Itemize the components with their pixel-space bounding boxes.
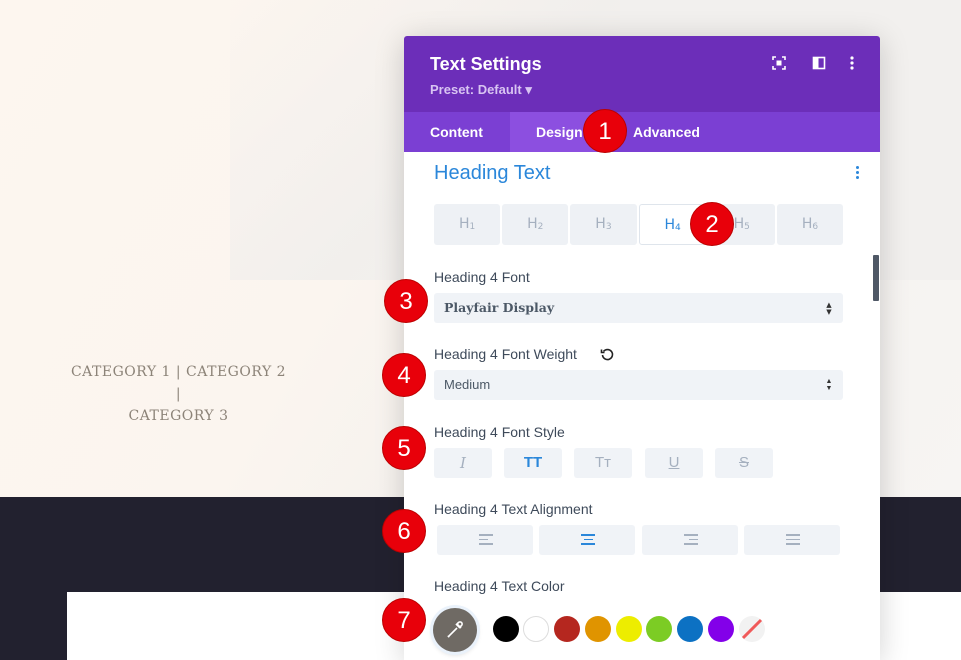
align-right-icon (684, 534, 698, 546)
font-label: Heading 4 Font (434, 269, 530, 285)
heading-level-tabs: H1 H2 H3 H4 H5 H6 (434, 204, 844, 245)
align-left-button[interactable] (437, 525, 533, 555)
font-select-value: Playfair Display (444, 300, 555, 315)
tab-content[interactable]: Content (404, 112, 510, 152)
heading-tab-h3[interactable]: H3 (570, 204, 637, 245)
font-weight-value: Medium (444, 377, 491, 392)
callout-badge-3: 3 (384, 279, 428, 323)
italic-button[interactable]: I (434, 448, 492, 478)
align-justify-button[interactable] (744, 525, 840, 555)
categories-line-2[interactable]: CATEGORY 3 (66, 405, 291, 427)
reset-icon[interactable] (600, 346, 614, 361)
color-swatch-red[interactable] (554, 616, 580, 642)
underline-button[interactable]: U (645, 448, 703, 478)
color-swatch-green[interactable] (646, 616, 672, 642)
font-select[interactable]: Playfair Display ▲ ▼ (434, 293, 843, 323)
callout-badge-1: 1 (583, 109, 627, 153)
modal-header: Text Settings Preset: Default ▾ (404, 36, 880, 112)
text-settings-modal: Text Settings Preset: Default ▾ Content … (404, 36, 880, 660)
eyedropper-icon (447, 621, 463, 638)
color-swatch-blue[interactable] (677, 616, 703, 642)
preset-dropdown[interactable]: Preset: Default ▾ (430, 82, 532, 98)
align-right-button[interactable] (642, 525, 738, 555)
no-color-icon (741, 618, 763, 640)
color-swatch-yellow[interactable] (616, 616, 642, 642)
select-arrows-icon: ▲ ▼ (826, 300, 832, 316)
callout-badge-2: 2 (690, 202, 734, 246)
section-title-heading-text[interactable]: Heading Text (434, 162, 550, 185)
text-alignment-label: Heading 4 Text Alignment (434, 501, 593, 517)
modal-title: Text Settings (430, 54, 542, 74)
strikethrough-button[interactable]: S (715, 448, 773, 478)
categories-line-1[interactable]: CATEGORY 1 | CATEGORY 2 | (66, 361, 291, 405)
post-categories: CATEGORY 1 | CATEGORY 2 | CATEGORY 3 (66, 361, 291, 427)
callout-badge-5: 5 (382, 426, 426, 470)
capitalize-button[interactable]: Tт (574, 448, 632, 478)
callout-badge-6: 6 (382, 509, 426, 553)
color-swatch-black[interactable] (493, 616, 519, 642)
select-arrows-icon: ▲ ▼ (825, 378, 833, 392)
align-left-icon (479, 534, 493, 546)
font-style-label: Heading 4 Font Style (434, 424, 565, 440)
tab-advanced[interactable]: Advanced (633, 112, 743, 152)
color-swatch-orange[interactable] (585, 616, 611, 642)
section-menu-icon[interactable] (852, 166, 862, 184)
text-color-label: Heading 4 Text Color (434, 578, 565, 594)
color-picker-button[interactable] (433, 608, 477, 652)
heading-tab-h1[interactable]: H1 (434, 204, 501, 245)
color-swatch-white[interactable] (523, 616, 549, 642)
uppercase-button[interactable]: TT (504, 448, 562, 478)
font-weight-label: Heading 4 Font Weight (434, 346, 577, 362)
color-swatch-none[interactable] (739, 616, 765, 642)
heading-tab-h2[interactable]: H2 (502, 204, 569, 245)
more-vertical-icon[interactable] (843, 56, 861, 74)
color-swatch-purple[interactable] (708, 616, 734, 642)
modal-scrollbar[interactable] (873, 255, 879, 301)
align-center-icon (581, 534, 595, 546)
font-weight-select[interactable]: Medium ▲ ▼ (434, 370, 843, 400)
heading-tab-h6[interactable]: H6 (776, 204, 844, 245)
align-center-button[interactable] (539, 525, 635, 555)
sidebar-layout-icon[interactable] (810, 56, 828, 74)
callout-badge-4: 4 (382, 353, 426, 397)
callout-badge-7: 7 (382, 598, 426, 642)
modal-tabbar: Content Design Advanced (404, 112, 880, 152)
expand-icon[interactable] (770, 56, 788, 74)
align-justify-icon (786, 534, 800, 546)
